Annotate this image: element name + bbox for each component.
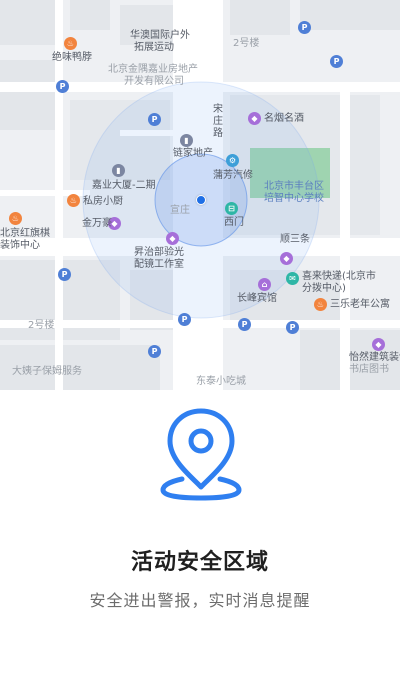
map-label: 2号楼: [28, 320, 55, 331]
map-label: 培智中心学校: [264, 193, 324, 204]
map-label: 东泰小吃城: [196, 376, 246, 387]
map-label: 装饰中心: [0, 240, 40, 251]
current-location-marker: [196, 195, 206, 205]
parking-icon: P: [298, 21, 311, 34]
map-view[interactable]: ♨ P P ▮ ⚙ ◆ ▮ ♨ ◆ ♨ ⊟ ◆ ◆ ✉ ⌂ ♨ P P P P …: [0, 0, 400, 390]
map-label: 2号楼: [233, 38, 260, 49]
restaurant-icon: ♨: [9, 212, 22, 225]
map-label: 蒲芳汽修: [213, 170, 253, 181]
restaurant-icon: ♨: [67, 194, 80, 207]
gate-icon: ⊟: [225, 202, 238, 215]
map-label: 西门: [224, 217, 244, 228]
building-icon: ▮: [180, 134, 193, 147]
map-label: 链家地产: [173, 148, 213, 159]
parking-icon: P: [178, 313, 191, 326]
delivery-icon: ✉: [286, 272, 299, 285]
map-label: 庄: [213, 116, 223, 127]
map-label: 私房小厨: [83, 196, 123, 207]
parking-icon: P: [148, 113, 161, 126]
shop-icon: ◆: [372, 338, 385, 351]
map-label: 嘉业大厦-二期: [92, 180, 156, 191]
map-label: 拓展运动: [134, 42, 174, 53]
parking-icon: P: [238, 318, 251, 331]
parking-icon: P: [148, 345, 161, 358]
shop-icon: ◆: [248, 112, 261, 125]
map-label: 长峰宾馆: [237, 293, 277, 304]
restaurant-icon: ♨: [64, 37, 77, 50]
parking-icon: P: [58, 268, 71, 281]
map-label: 金万豪: [82, 218, 112, 229]
map-label: 喜来快递(北京市: [302, 271, 376, 282]
map-label: 路: [213, 128, 223, 139]
map-label: 北京市丰台区: [264, 181, 324, 192]
map-label: 华澳国际户外: [130, 30, 190, 41]
building-icon: ▮: [112, 164, 125, 177]
map-label: 宋: [213, 104, 223, 115]
parking-icon: P: [286, 321, 299, 334]
map-label: 北京红旗棋: [0, 228, 50, 239]
feature-title: 活动安全区域: [130, 550, 269, 575]
map-label: 大姨子保姆服务: [12, 366, 82, 377]
map-label: 北京金隅嘉业房地产: [108, 64, 198, 75]
map-label: 宣庄: [170, 205, 190, 216]
car-repair-icon: ⚙: [226, 154, 239, 167]
restaurant-icon: ♨: [314, 298, 327, 311]
map-label: 开发有限公司: [124, 76, 184, 87]
map-label: 怡然建筑装饰: [349, 352, 400, 363]
map-label: 书店图书: [349, 364, 389, 375]
map-label: 名烟名酒: [264, 113, 304, 124]
hotel-icon: ⌂: [258, 278, 271, 291]
feature-subtitle: 安全进出警报，实时消息提醒: [89, 591, 311, 610]
shop-icon: ◆: [166, 232, 179, 245]
map-label: 绝味鸭脖: [52, 52, 92, 63]
parking-icon: P: [56, 80, 69, 93]
parking-icon: P: [330, 55, 343, 68]
map-label: 配镜工作室: [134, 259, 184, 270]
map-label: 顺三条: [280, 234, 310, 245]
map-label: 昇治部验光: [134, 247, 184, 258]
location-pin-icon: [160, 408, 242, 501]
map-label: 三乐老年公寓: [330, 299, 390, 310]
shop-icon: ◆: [280, 252, 293, 265]
map-label: 分拨中心): [302, 283, 346, 294]
